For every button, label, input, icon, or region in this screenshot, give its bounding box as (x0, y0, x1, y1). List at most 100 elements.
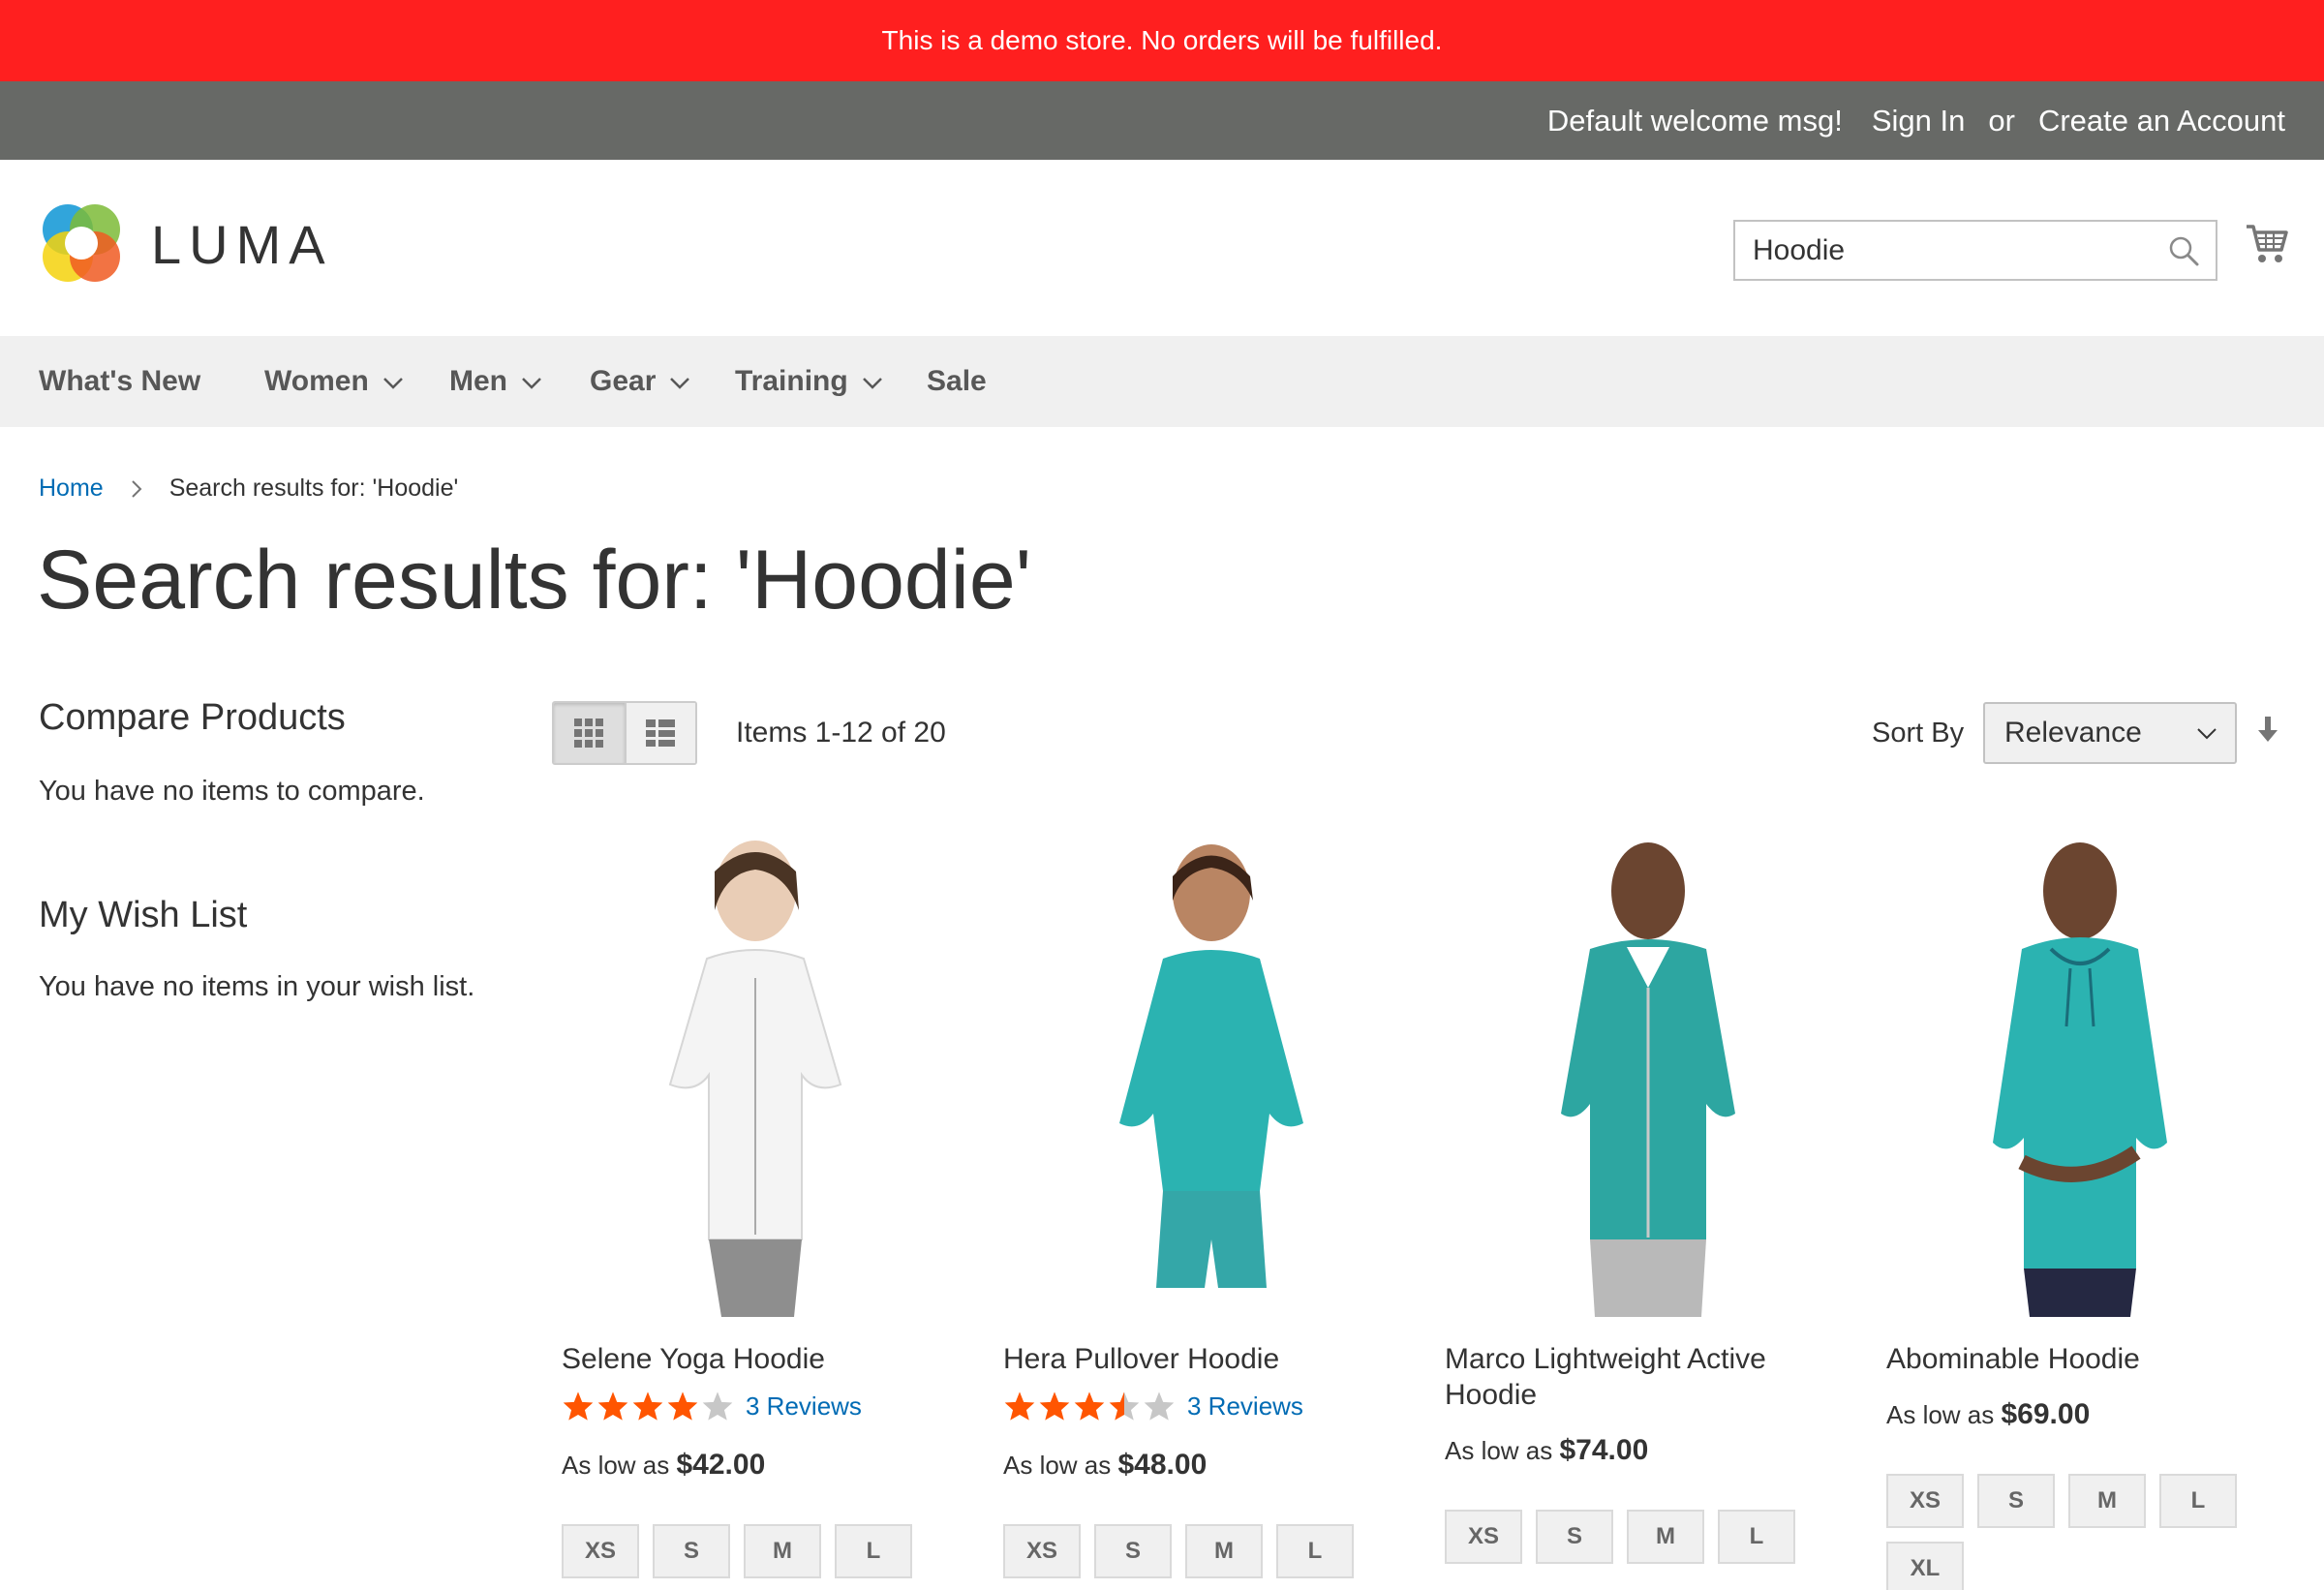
product-name-link[interactable]: Abominable Hoodie (1886, 1341, 2274, 1377)
size-swatch-s[interactable]: S (653, 1524, 730, 1578)
product-price: As low as $69.00 (1886, 1398, 2274, 1431)
product-rating: 3 Reviews (562, 1387, 949, 1425)
compare-products-title: Compare Products (39, 697, 346, 738)
compare-empty-message: You have no items to compare. (39, 776, 425, 807)
size-swatch-s[interactable]: S (1536, 1510, 1613, 1564)
sort-by-select[interactable]: Relevance (1983, 702, 2237, 764)
size-swatch-l[interactable]: L (1276, 1524, 1354, 1578)
welcome-message: Default welcome msg! (1546, 103, 1843, 138)
nav-item-gear[interactable]: Gear (590, 336, 690, 427)
star-filled-icon (1004, 1391, 1035, 1421)
product-image[interactable] (1003, 833, 1352, 1317)
size-swatches: XS S M L (1003, 1524, 1371, 1578)
list-view-button[interactable] (624, 703, 695, 763)
reviews-link[interactable]: 3 Reviews (1187, 1391, 1303, 1422)
size-swatch-s[interactable]: S (1094, 1524, 1172, 1578)
price-prefix: As low as (1886, 1400, 1995, 1429)
search-input[interactable] (1735, 222, 2142, 279)
reviews-link[interactable]: 3 Reviews (746, 1391, 862, 1422)
star-empty-icon (702, 1391, 733, 1421)
size-swatch-m[interactable]: M (1627, 1510, 1704, 1564)
cart-icon[interactable] (2245, 223, 2289, 265)
product-image[interactable] (1886, 833, 2235, 1317)
size-swatch-m[interactable]: M (2068, 1474, 2146, 1528)
sort-direction-arrow-icon[interactable] (2256, 715, 2279, 746)
list-icon (646, 719, 676, 747)
product-price: As low as $42.00 (562, 1449, 949, 1482)
wishlist-block: My Wish List You have no items in your w… (39, 895, 523, 1003)
nav-item-training[interactable]: Training (735, 336, 883, 427)
view-mode-switcher (552, 701, 697, 765)
product-item: Abominable Hoodie As low as $69.00 XS S … (1886, 833, 2274, 1590)
search-box (1733, 220, 2217, 281)
rating-stars (562, 1391, 734, 1422)
chevron-down-icon (670, 378, 690, 389)
star-filled-icon (1039, 1391, 1070, 1421)
price-prefix: As low as (1003, 1451, 1112, 1480)
nav-label: Training (735, 365, 848, 397)
wishlist-empty-message: You have no items in your wish list. (39, 971, 475, 1002)
nav-item-women[interactable]: Women (264, 336, 404, 427)
page-title: Search results for: 'Hoodie' (37, 534, 1032, 627)
size-swatch-m[interactable]: M (744, 1524, 821, 1578)
price-value: $74.00 (1559, 1434, 1649, 1466)
product-name-link[interactable]: Hera Pullover Hoodie (1003, 1341, 1391, 1377)
star-half-icon (1109, 1391, 1140, 1421)
logo[interactable]: LUMA (39, 200, 333, 288)
rating-stars (1003, 1391, 1176, 1422)
wishlist-title: My Wish List (39, 895, 248, 935)
size-swatches: XS S M L XL (1886, 1474, 2254, 1590)
create-account-link[interactable]: Create an Account (2038, 104, 2285, 138)
product-item: Marco Lightweight Active Hoodie As low a… (1445, 833, 1832, 1564)
nav-item-whats-new[interactable]: What's New (39, 336, 200, 427)
size-swatch-s[interactable]: S (1977, 1474, 2055, 1528)
luma-logo-icon (43, 204, 120, 282)
top-links-bar: Default welcome msg! Sign In or Create a… (0, 81, 2324, 160)
size-swatches: XS S M L (1445, 1510, 1813, 1564)
product-name-link[interactable]: Marco Lightweight Active Hoodie (1445, 1341, 1832, 1413)
price-value: $48.00 (1117, 1449, 1208, 1481)
chevron-right-icon (131, 479, 142, 498)
nav-label: Sale (927, 365, 987, 397)
chevron-down-icon (2197, 728, 2217, 740)
nav-item-sale[interactable]: Sale (927, 336, 987, 427)
price-prefix: As low as (1445, 1436, 1553, 1465)
search-icon[interactable] (2167, 234, 2200, 267)
size-swatch-xs[interactable]: XS (1886, 1474, 1964, 1528)
main-navigation: What's New Women Men Gear Training Sale (0, 336, 2324, 427)
price-value: $69.00 (2001, 1398, 2091, 1430)
product-price: As low as $48.00 (1003, 1449, 1391, 1482)
items-count: Items 1-12 of 20 (736, 717, 946, 749)
nav-label: Gear (590, 365, 657, 397)
star-filled-icon (667, 1391, 698, 1421)
chevron-down-icon (522, 378, 541, 389)
star-empty-icon (1144, 1391, 1175, 1421)
nav-label: Women (264, 365, 369, 397)
size-swatch-m[interactable]: M (1185, 1524, 1263, 1578)
product-image[interactable] (1445, 833, 1793, 1317)
nav-item-men[interactable]: Men (449, 336, 542, 427)
product-image[interactable] (562, 833, 910, 1317)
size-swatch-xs[interactable]: XS (562, 1524, 639, 1578)
demo-notice-text: This is a demo store. No orders will be … (881, 25, 1443, 55)
sort-by-label: Sort By (1872, 717, 1965, 749)
size-swatch-xs[interactable]: XS (1003, 1524, 1081, 1578)
size-swatch-l[interactable]: L (2159, 1474, 2237, 1528)
nav-label: Men (449, 365, 507, 397)
header: LUMA (0, 160, 2324, 336)
size-swatch-l[interactable]: L (1718, 1510, 1795, 1564)
star-filled-icon (632, 1391, 663, 1421)
product-name-link[interactable]: Selene Yoga Hoodie (562, 1341, 949, 1377)
chevron-down-icon (382, 378, 403, 389)
breadcrumb-home-link[interactable]: Home (39, 474, 104, 503)
sort-selected-value: Relevance (2004, 717, 2142, 749)
size-swatch-l[interactable]: L (835, 1524, 912, 1578)
breadcrumb: Home Search results for: 'Hoodie' (39, 474, 458, 503)
price-value: $42.00 (676, 1449, 766, 1481)
sign-in-link[interactable]: Sign In (1872, 104, 1966, 138)
size-swatch-xl[interactable]: XL (1886, 1542, 1964, 1590)
size-swatch-xs[interactable]: XS (1445, 1510, 1522, 1564)
grid-view-button[interactable] (554, 703, 625, 763)
chevron-down-icon (862, 378, 882, 389)
product-price: As low as $74.00 (1445, 1434, 1832, 1467)
